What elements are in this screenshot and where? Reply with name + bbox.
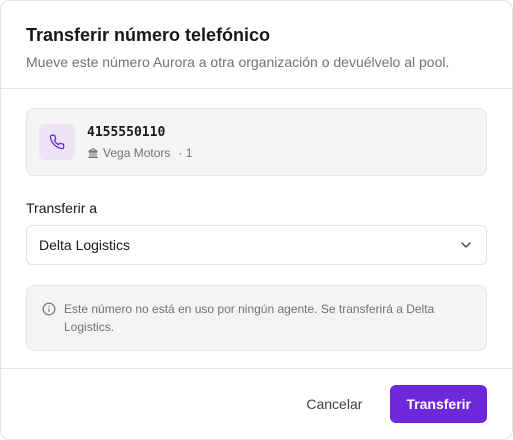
building-icon — [87, 147, 99, 159]
dialog-footer: Cancelar Transferir — [1, 368, 512, 439]
selected-organization: Delta Logistics — [39, 237, 131, 253]
chevron-down-icon — [458, 237, 474, 253]
transfer-button[interactable]: Transferir — [390, 385, 487, 423]
phone-number-card: 4155550110 Vega Motors · 1 — [26, 108, 487, 176]
dialog-subtitle: Mueve este número Aurora a otra organiza… — [26, 54, 450, 70]
phone-icon — [39, 124, 75, 160]
agent-count: · 1 — [178, 145, 193, 160]
cancel-button[interactable]: Cancelar — [292, 385, 376, 423]
dialog-header: Transferir número telefónico Mueve este … — [1, 1, 512, 89]
transfer-number-dialog: Transferir número telefónico Mueve este … — [0, 0, 513, 440]
notice-text: Este número no está en uso por ningún ag… — [64, 302, 435, 334]
transfer-to-label: Transferir a — [26, 200, 98, 216]
transfer-notice: Este número no está en uso por ningún ag… — [26, 285, 487, 351]
info-icon — [42, 302, 56, 316]
dialog-body: 4155550110 Vega Motors · 1 Transferir a … — [1, 89, 512, 351]
organization-name: Vega Motors — [103, 145, 171, 160]
transfer-to-select[interactable]: Delta Logistics — [26, 225, 487, 265]
dialog-title: Transferir número telefónico — [26, 25, 271, 45]
phone-number: 4155550110 — [87, 124, 166, 140]
number-info: 4155550110 Vega Motors · 1 — [87, 125, 192, 160]
number-meta: Vega Motors · 1 — [87, 146, 192, 160]
